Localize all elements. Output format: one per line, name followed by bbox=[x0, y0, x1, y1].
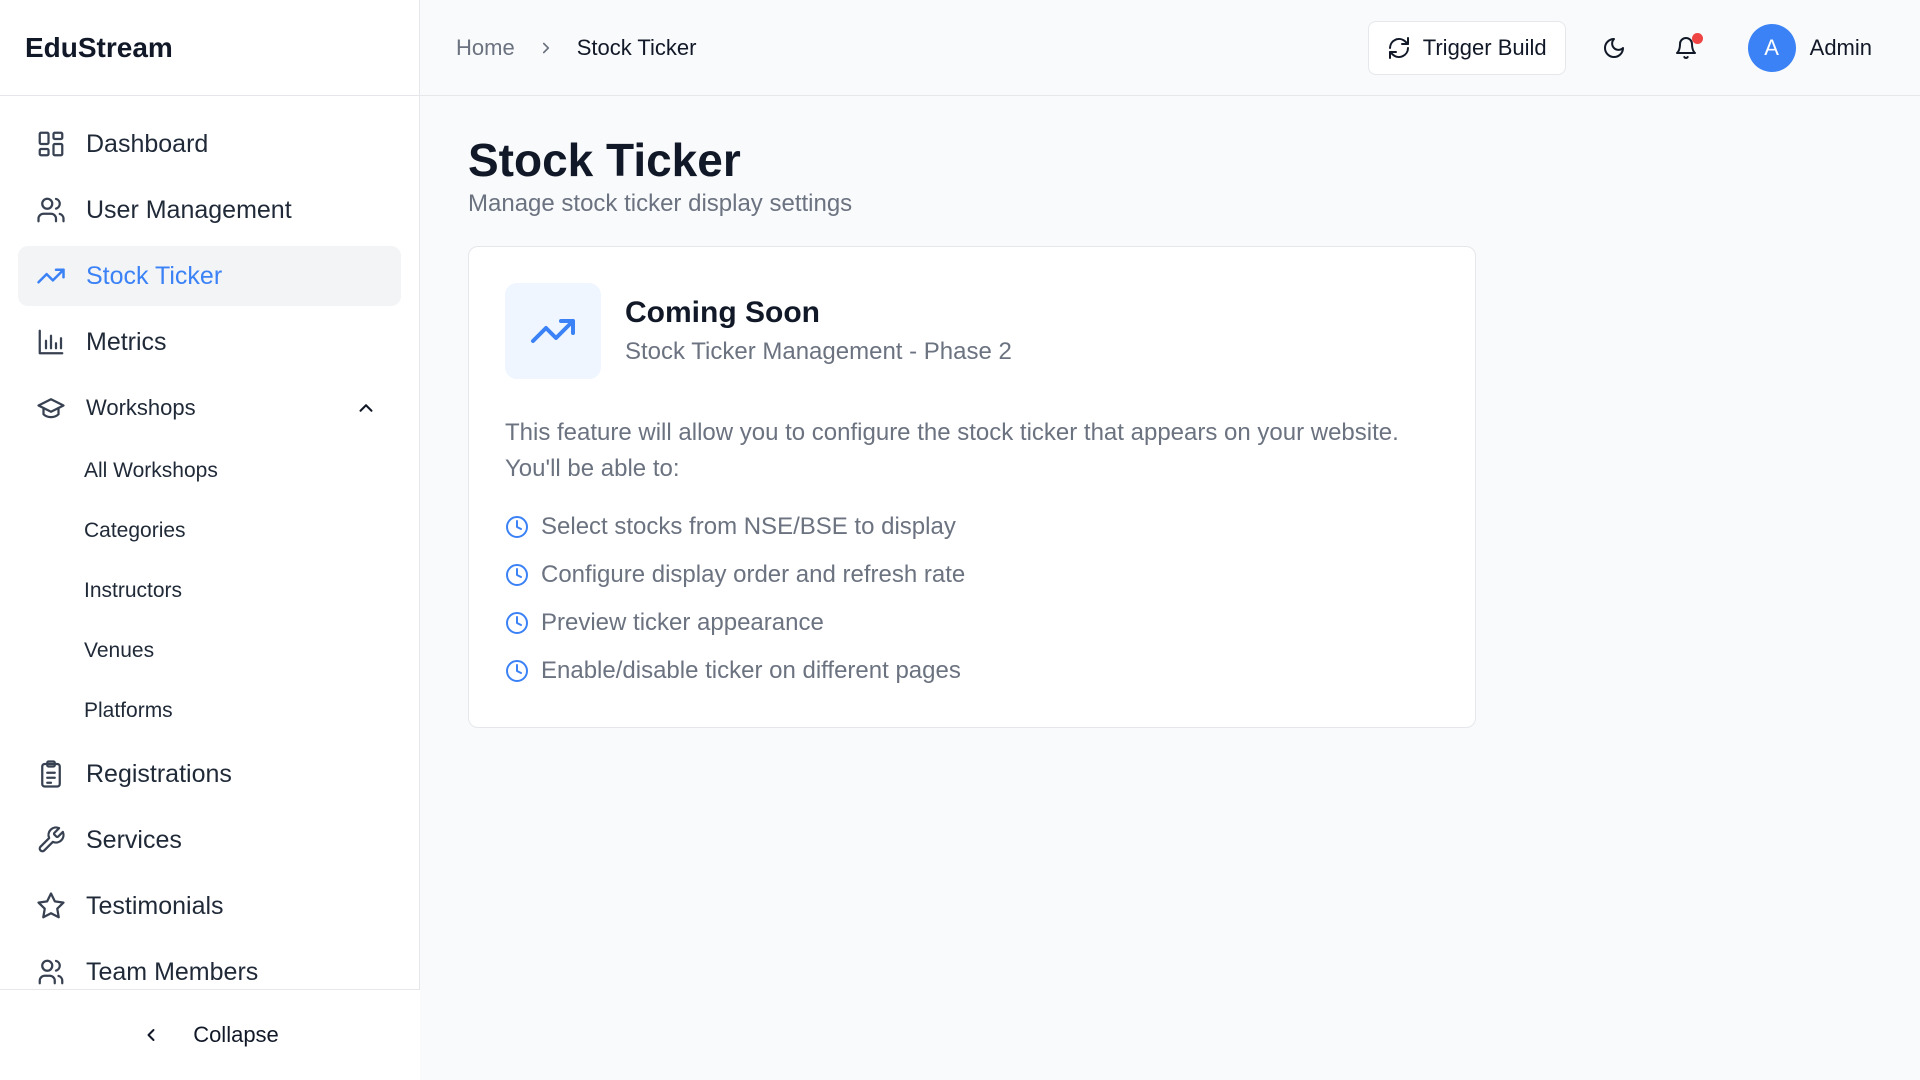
feature-text: Select stocks from NSE/BSE to display bbox=[541, 513, 956, 540]
collapse-label: Collapse bbox=[193, 1022, 279, 1047]
sidebar-subitem-instructors[interactable]: Instructors bbox=[18, 564, 401, 618]
card-title: Coming Soon bbox=[625, 296, 820, 329]
user-group-icon bbox=[36, 957, 66, 987]
chevron-right-icon bbox=[537, 39, 555, 57]
sidebar-footer: Collapse bbox=[0, 989, 420, 1080]
refresh-icon bbox=[1387, 36, 1411, 60]
users-icon bbox=[36, 195, 66, 225]
top-header: Home Stock Ticker Trigger Build A Admin bbox=[420, 0, 1920, 96]
sidebar-subitem-all-workshops[interactable]: All Workshops bbox=[18, 444, 401, 498]
sidebar-nav: Dashboard User Management Stock Ticker M… bbox=[0, 114, 419, 1002]
trending-up-icon bbox=[36, 261, 66, 291]
bar-chart-icon bbox=[36, 327, 66, 357]
clipboard-list-icon bbox=[36, 759, 66, 789]
page-title: Stock Ticker bbox=[468, 134, 741, 186]
sidebar-item-label: Registrations bbox=[86, 759, 232, 788]
feature-text: Configure display order and refresh rate bbox=[541, 561, 966, 588]
star-icon bbox=[36, 891, 66, 921]
chevron-left-icon bbox=[141, 1025, 161, 1045]
sidebar-item-services[interactable]: Services bbox=[18, 810, 401, 870]
brand-logo: EduStream bbox=[0, 0, 419, 96]
card-description: This feature will allow you to configure… bbox=[505, 419, 1399, 482]
sidebar-subitem-venues[interactable]: Venues bbox=[18, 624, 401, 678]
collapse-button[interactable]: Collapse bbox=[141, 1022, 279, 1048]
header-actions: Trigger Build A Admin bbox=[1367, 20, 1920, 75]
sidebar-item-dashboard[interactable]: Dashboard bbox=[18, 114, 401, 174]
list-item: Enable/disable ticker on different pages bbox=[505, 647, 1439, 695]
sidebar: EduStream Dashboard User Management Stoc… bbox=[0, 0, 420, 1080]
sidebar-item-user-management[interactable]: User Management bbox=[18, 180, 401, 240]
clock-icon bbox=[505, 563, 529, 587]
sidebar-item-testimonials[interactable]: Testimonials bbox=[18, 876, 401, 936]
sidebar-subitem-platforms[interactable]: Platforms bbox=[18, 684, 401, 738]
list-item: Select stocks from NSE/BSE to display bbox=[505, 503, 1439, 551]
sidebar-item-metrics[interactable]: Metrics bbox=[18, 312, 401, 372]
sidebar-item-label: Dashboard bbox=[86, 129, 209, 158]
sidebar-item-label: Team Members bbox=[86, 957, 259, 986]
layout-grid-icon bbox=[36, 129, 66, 159]
sidebar-item-label: Testimonials bbox=[86, 891, 224, 920]
user-menu[interactable]: A Admin bbox=[1747, 23, 1872, 72]
page-subtitle: Manage stock ticker display settings bbox=[468, 190, 853, 217]
sidebar-group-label: Workshops bbox=[86, 395, 196, 420]
moon-icon bbox=[1602, 36, 1626, 60]
sidebar-item-label: User Management bbox=[86, 195, 292, 224]
clock-icon bbox=[505, 611, 529, 635]
trigger-build-label: Trigger Build bbox=[1422, 34, 1547, 60]
sidebar-item-label: Metrics bbox=[86, 327, 167, 356]
sidebar-subitem-categories[interactable]: Categories bbox=[18, 504, 401, 558]
sidebar-item-label: Stock Ticker bbox=[86, 261, 223, 290]
chevron-up-icon[interactable] bbox=[355, 397, 377, 419]
sidebar-item-registrations[interactable]: Registrations bbox=[18, 744, 401, 804]
card-subtitle: Stock Ticker Management - Phase 2 bbox=[625, 338, 1012, 365]
feature-icon-box bbox=[505, 283, 601, 379]
card-header: Coming Soon Stock Ticker Management - Ph… bbox=[505, 283, 1439, 379]
sidebar-group-workshops[interactable]: Workshops bbox=[18, 378, 401, 438]
breadcrumb-current: Stock Ticker bbox=[576, 34, 697, 60]
clock-icon bbox=[505, 515, 529, 539]
theme-toggle-button[interactable] bbox=[1592, 26, 1636, 70]
notification-dot bbox=[1691, 32, 1703, 44]
avatar: A bbox=[1747, 23, 1796, 72]
main-content: Stock Ticker Manage stock ticker display… bbox=[468, 132, 1476, 728]
breadcrumb: Home Stock Ticker bbox=[420, 35, 697, 61]
feature-text: Enable/disable ticker on different pages bbox=[541, 657, 961, 684]
list-item: Configure display order and refresh rate bbox=[505, 551, 1439, 599]
breadcrumb-home-link[interactable]: Home bbox=[456, 35, 515, 61]
feature-list: Select stocks from NSE/BSE to display Co… bbox=[505, 503, 1439, 695]
coming-soon-card: Coming Soon Stock Ticker Management - Ph… bbox=[468, 246, 1476, 728]
card-titles: Coming Soon Stock Ticker Management - Ph… bbox=[625, 296, 1012, 366]
sidebar-item-label: Services bbox=[86, 825, 182, 854]
notifications-button[interactable] bbox=[1664, 26, 1708, 70]
trending-up-icon bbox=[529, 307, 577, 355]
clock-icon bbox=[505, 659, 529, 683]
trigger-build-button[interactable]: Trigger Build bbox=[1367, 20, 1566, 75]
user-name: Admin bbox=[1809, 34, 1872, 60]
feature-text: Preview ticker appearance bbox=[541, 609, 824, 636]
wrench-icon bbox=[36, 825, 66, 855]
sidebar-item-stock-ticker[interactable]: Stock Ticker bbox=[18, 246, 401, 306]
list-item: Preview ticker appearance bbox=[505, 599, 1439, 647]
graduation-cap-icon bbox=[36, 393, 66, 423]
